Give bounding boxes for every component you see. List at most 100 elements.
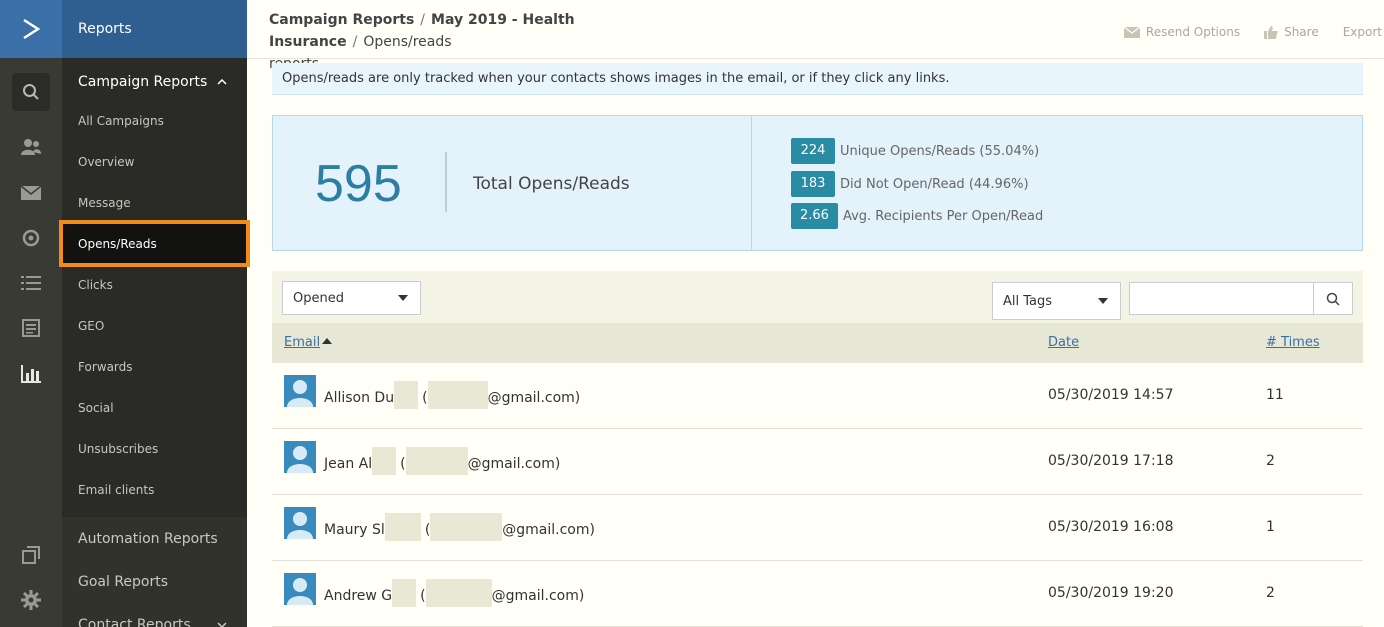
export-label: Export [1342,25,1382,39]
open-count: 1 [1266,519,1275,535]
contact-reports-label: Contact Reports [78,616,191,627]
subnav-item-message[interactable]: Message [62,182,247,223]
contact-name: Jean Al [324,456,373,472]
contacts-icon[interactable] [0,129,62,165]
subnav-item-social[interactable]: Social [62,387,247,428]
share-button[interactable]: Share [1264,25,1319,39]
stat-label: Avg. Recipients Per Open/Read [842,208,1044,224]
subnav-item-forwards[interactable]: Forwards [62,346,247,387]
subnav-item-opens-reads[interactable]: Opens/Reads [59,220,250,267]
email-domain: @gmail.com) [487,390,581,406]
pages-icon[interactable] [0,537,62,573]
avatar [284,375,316,407]
redaction [405,447,468,475]
chevron-up-icon [217,79,227,85]
breadcrumb-current: Opens/reads [363,34,452,50]
reports-icon[interactable] [0,356,62,392]
subnav-group-goal-reports[interactable]: Goal Reports [62,560,247,603]
breadcrumb-campaign-reports[interactable]: Campaign Reports [269,12,414,28]
redaction [425,579,492,607]
contact-email: Maury Sl (@gmail.com) [324,513,595,541]
mail-icon[interactable] [0,175,62,211]
open-date: 05/30/2019 19:20 [1048,585,1174,601]
stat-badge: 183 [791,171,835,197]
status-filter-value: Opened [293,290,344,306]
table-row[interactable]: Jean Al (@gmail.com) 05/30/2019 17:18 2 [272,429,1363,495]
envelope-icon [1123,26,1140,38]
tags-filter-value: All Tags [1003,293,1053,309]
subnav-item-geo[interactable]: GEO [62,305,247,346]
search-icon[interactable] [12,73,50,111]
open-count: 11 [1266,387,1284,403]
stat-not-opened: 183 Did Not Open/Read (44.96%) [791,171,1029,197]
contact-email: Allison Du (@gmail.com) [324,381,581,409]
stat-unique-opens: 224 Unique Opens/Reads (55.04%) [791,138,1039,164]
sort-times-header[interactable]: # Times [1266,335,1320,350]
breadcrumb-separator: / [352,34,358,50]
open-date: 05/30/2019 14:57 [1048,387,1174,403]
table-row[interactable]: Allison Du (@gmail.com) 05/30/2019 14:57… [272,363,1363,429]
stat-label: Unique Opens/Reads (55.04%) [840,143,1040,159]
resend-options-button[interactable]: Resend Options [1123,25,1241,39]
avatar [284,507,316,539]
redaction [372,447,397,475]
breadcrumb-separator: / [420,12,426,28]
sort-ascending-icon [322,338,332,344]
sort-date-header[interactable]: Date [1048,335,1079,350]
table-search-input[interactable] [1130,283,1314,314]
table-search [1129,282,1353,315]
open-count: 2 [1266,453,1275,469]
stats-divider [751,116,752,250]
subnav-group-automation-reports[interactable]: Automation Reports [62,517,247,560]
contact-name: Allison Du [324,390,395,406]
forms-icon[interactable] [0,310,62,346]
subnav-item-overview[interactable]: Overview [62,141,247,182]
resend-options-label: Resend Options [1145,25,1241,39]
total-opens-label: Total Opens/Reads [473,174,630,194]
avatar [284,573,316,605]
redaction [384,513,421,541]
subnav-item-all-campaigns[interactable]: All Campaigns [62,100,247,141]
contact-email: Jean Al (@gmail.com) [324,447,561,475]
stat-badge: 224 [791,138,835,164]
subnav-group-contact-reports[interactable]: Contact Reports [62,603,247,627]
campaign-reports-section: Campaign Reports All Campaigns Overview … [59,58,250,517]
settings-gear-icon[interactable] [0,582,62,618]
chevron-down-icon [217,621,227,627]
table-search-button[interactable] [1314,283,1352,314]
export-button[interactable]: Export [1343,25,1382,39]
subnav-item-clicks[interactable]: Clicks [62,264,247,305]
goal-reports-label: Goal Reports [78,573,169,590]
table-row[interactable]: Maury Sl (@gmail.com) 05/30/2019 16:08 1 [272,495,1363,561]
subnav-item-email-clients[interactable]: Email clients [62,469,247,510]
opens-table: Allison Du (@gmail.com) 05/30/2019 14:57… [272,363,1363,627]
subnav-item-unsubscribes[interactable]: Unsubscribes [62,428,247,469]
campaign-reports-label: Campaign Reports [78,74,208,90]
campaign-reports-toggle[interactable]: Campaign Reports [62,64,247,100]
automation-icon[interactable] [0,220,62,256]
list-icon[interactable] [0,265,62,301]
filter-bar: Opened All Tags [272,271,1363,323]
redaction [430,513,503,541]
stats-separator [445,152,447,212]
email-domain: @gmail.com) [502,522,595,538]
tags-filter-select[interactable]: All Tags [992,282,1121,320]
table-row[interactable]: Andrew G (@gmail.com) 05/30/2019 19:20 2 [272,561,1363,627]
open-date: 05/30/2019 17:18 [1048,453,1174,469]
automation-reports-label: Automation Reports [78,530,218,547]
contact-name: Maury Sl [324,522,385,538]
table-header: Email Date # Times [272,323,1363,363]
avatar [284,441,316,473]
sort-email-header[interactable]: Email [284,335,320,350]
status-filter-select[interactable]: Opened [282,281,421,315]
stat-avg-recipients: 2.66 Avg. Recipients Per Open/Read [791,203,1043,229]
contact-email: Andrew G (@gmail.com) [324,579,584,607]
thumbs-up-icon [1264,25,1278,39]
email-domain: @gmail.com) [467,456,561,472]
subnav-title: Reports [62,0,247,58]
logo-icon[interactable] [0,0,62,58]
reports-subnav: Reports Campaign Reports All Campaigns O… [59,0,250,627]
open-date: 05/30/2019 16:08 [1048,519,1174,535]
caret-down-icon [1098,298,1108,304]
open-count: 2 [1266,585,1275,601]
